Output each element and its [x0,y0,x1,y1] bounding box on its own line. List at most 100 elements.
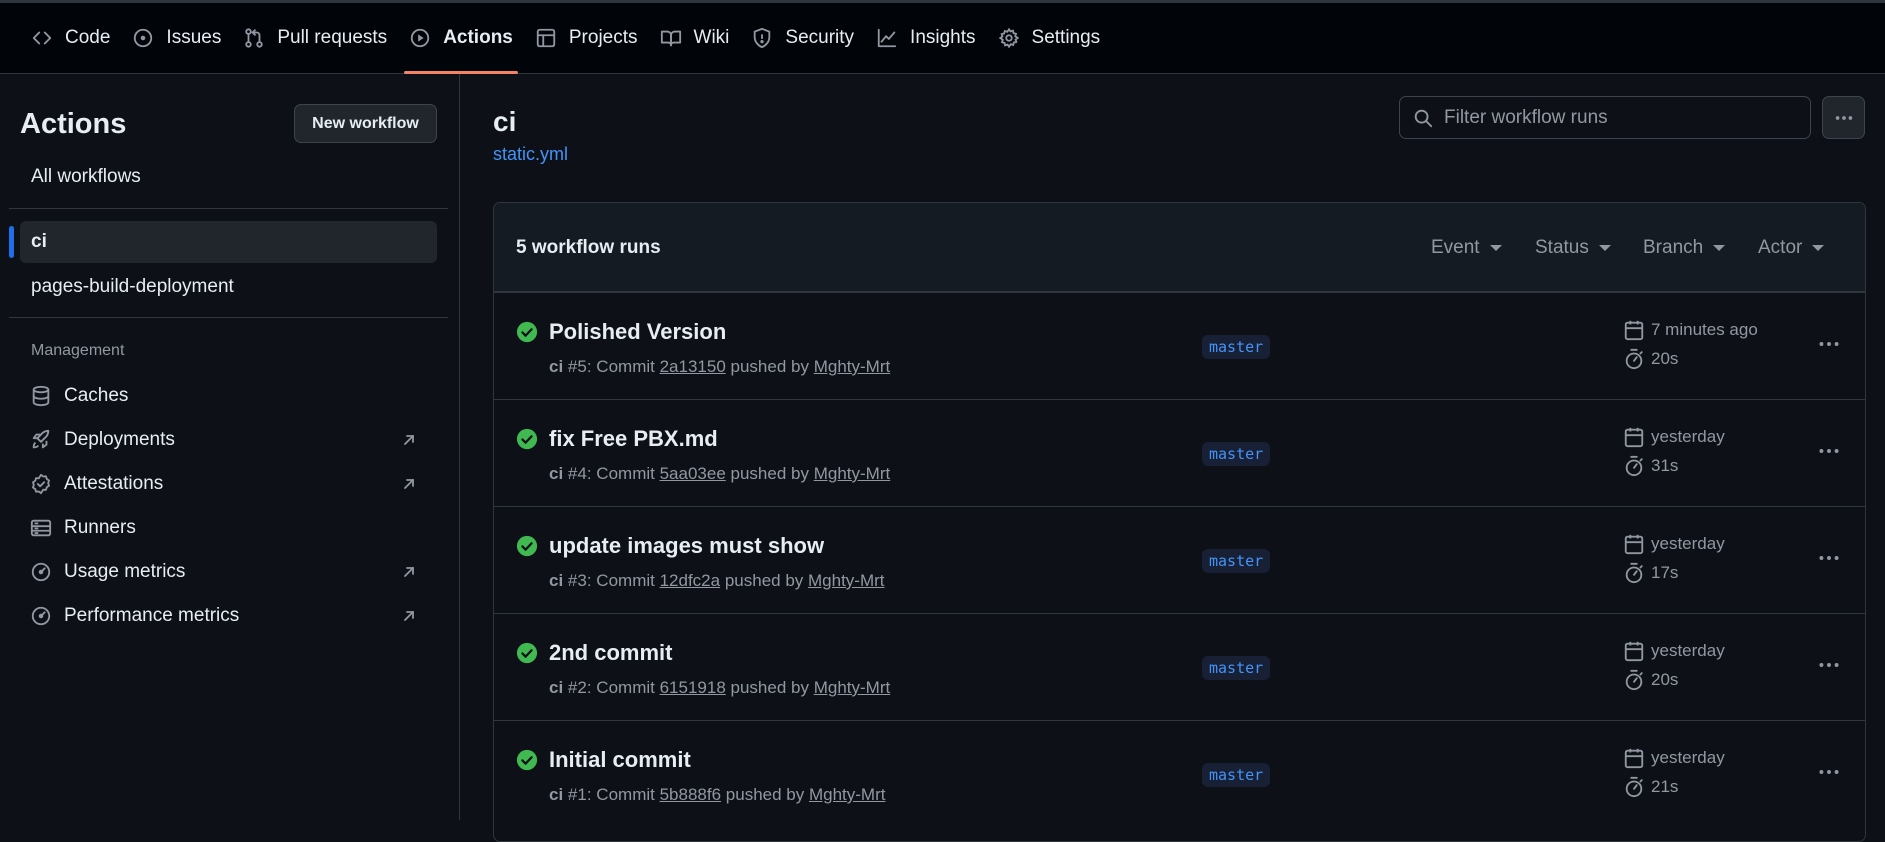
tab-settings[interactable]: Settings [987,3,1112,74]
sidebar-item-caches[interactable]: Caches [20,376,437,416]
commit-link[interactable]: 12dfc2a [660,571,721,590]
graph-icon [877,28,897,48]
tab-label: Wiki [693,27,730,48]
runs-list-header: 5 workflow runs Event Status Branch Acto… [494,203,1865,292]
run-title[interactable]: Polished Version [549,319,726,345]
sidebar-item-runners[interactable]: Runners [20,508,437,548]
sidebar-item-pages-build-deployment[interactable]: pages-build-deployment [20,266,437,308]
dropdown-label: Status [1535,237,1589,258]
sidebar-item-attestations[interactable]: Attestations [20,464,437,504]
branch-badge[interactable]: master [1202,442,1271,466]
run-duration: 20s [1623,348,1678,370]
tab-code[interactable]: Code [20,3,121,74]
tab-issues[interactable]: Issues [121,3,232,74]
caret-down-icon [1713,245,1726,251]
run-workflow: ci [549,571,564,590]
filter-input[interactable] [1444,106,1804,129]
pushed-by-word: pushed by [725,785,805,804]
sidebar-item-usage-metrics[interactable]: Usage metrics [20,552,437,592]
actor-filter-dropdown[interactable]: Actor [1758,237,1825,259]
workflow-file-link[interactable]: static.yml [493,144,568,165]
tab-insights[interactable]: Insights [865,3,986,74]
workflow-run-row[interactable]: 2nd commit ci #2: Commit 6151918 pushed … [494,613,1865,720]
sidebar-item-deployments[interactable]: Deployments [20,420,437,460]
shield-icon [754,27,771,49]
run-time: yesterday [1623,747,1725,769]
event-filter-dropdown[interactable]: Event [1431,237,1502,259]
new-workflow-button[interactable]: New workflow [294,104,437,143]
commit-link[interactable]: 6151918 [660,678,726,697]
workflow-run-row[interactable]: update images must show ci #3: Commit 12… [494,506,1865,613]
run-title[interactable]: update images must show [549,533,824,559]
run-duration: 20s [1623,669,1678,691]
run-actions-button[interactable] [1811,543,1847,573]
actor-link[interactable]: Mghty-Mrt [814,357,891,376]
tab-label: Issues [166,27,222,48]
check-circle-icon [516,428,538,450]
branch-filter-dropdown[interactable]: Branch [1643,237,1726,259]
run-time: yesterday [1623,533,1725,555]
branch-badge[interactable]: master [1202,656,1271,680]
branch-badge[interactable]: master [1202,335,1271,359]
divider [9,317,448,318]
tab-projects[interactable]: Projects [524,3,649,74]
tab-actions[interactable]: Actions [398,3,524,74]
kebab-horizontal-icon [1819,342,1839,346]
database-icon [32,385,50,407]
workflow-run-row[interactable]: Polished Version ci #5: Commit 2a13150 p… [494,292,1865,399]
run-actions-button[interactable] [1811,436,1847,466]
tab-security[interactable]: Security [740,3,865,74]
actor-link[interactable]: Mghty-Mrt [814,464,891,483]
actor-link[interactable]: Mghty-Mrt [809,785,886,804]
run-duration-text: 21s [1651,777,1679,796]
divider [9,208,448,209]
branch-badge[interactable]: master [1202,549,1271,573]
calendar-icon [1624,427,1644,448]
run-meta: ci #3: Commit 12dfc2a pushed by Mghty-Mr… [549,571,885,590]
calendar-icon [1624,748,1644,769]
actor-link[interactable]: Mghty-Mrt [808,571,885,590]
run-time-text: yesterday [1651,427,1725,446]
check-circle-icon [516,749,538,771]
more-options-button[interactable] [1822,96,1865,139]
commit-link[interactable]: 5b888f6 [660,785,721,804]
sidebar-item-all-workflows[interactable]: All workflows [20,156,437,198]
actor-link[interactable]: Mghty-Mrt [814,678,891,697]
table-icon [536,28,556,48]
stopwatch-icon [1625,348,1643,370]
sidebar-item-ci[interactable]: ci [20,221,437,263]
sidebar-item-performance-metrics[interactable]: Performance metrics [20,596,437,636]
tab-label: Pull requests [277,27,388,48]
sidebar-item-label: Usage metrics [64,561,186,582]
pushed-by-word: pushed by [724,571,804,590]
run-actions-button[interactable] [1811,329,1847,359]
commit-link[interactable]: 5aa03ee [660,464,726,483]
run-duration: 17s [1623,562,1678,584]
tab-pull-requests[interactable]: Pull requests [232,3,398,74]
workflow-run-row[interactable]: Initial commit ci #1: Commit 5b888f6 pus… [494,720,1865,827]
filter-workflow-runs[interactable] [1399,96,1811,139]
run-actions-button[interactable] [1811,757,1847,787]
run-duration: 31s [1623,455,1678,477]
management-heading: Management [31,342,125,359]
run-time: yesterday [1623,640,1725,662]
tab-wiki[interactable]: Wiki [649,3,741,74]
status-filter-dropdown[interactable]: Status [1535,237,1611,259]
caret-down-icon [1598,245,1611,251]
run-meta: ci #1: Commit 5b888f6 pushed by Mghty-Mr… [549,785,886,804]
meter-icon [31,606,51,626]
dropdown-label: Branch [1643,237,1704,258]
workflow-run-row[interactable]: fix Free PBX.md ci #4: Commit 5aa03ee pu… [494,399,1865,506]
run-title[interactable]: fix Free PBX.md [549,426,718,452]
stopwatch-icon [1625,776,1643,798]
kebab-horizontal-icon [1819,770,1839,774]
sidebar-item-label: Runners [64,517,136,538]
run-time-text: yesterday [1651,641,1725,660]
run-actions-button[interactable] [1811,650,1847,680]
external-link-icon [404,567,414,577]
run-title[interactable]: 2nd commit [549,640,672,666]
run-meta: ci #5: Commit 2a13150 pushed by Mghty-Mr… [549,357,891,376]
branch-badge[interactable]: master [1202,763,1271,787]
commit-link[interactable]: 2a13150 [660,357,726,376]
run-title[interactable]: Initial commit [549,747,691,773]
